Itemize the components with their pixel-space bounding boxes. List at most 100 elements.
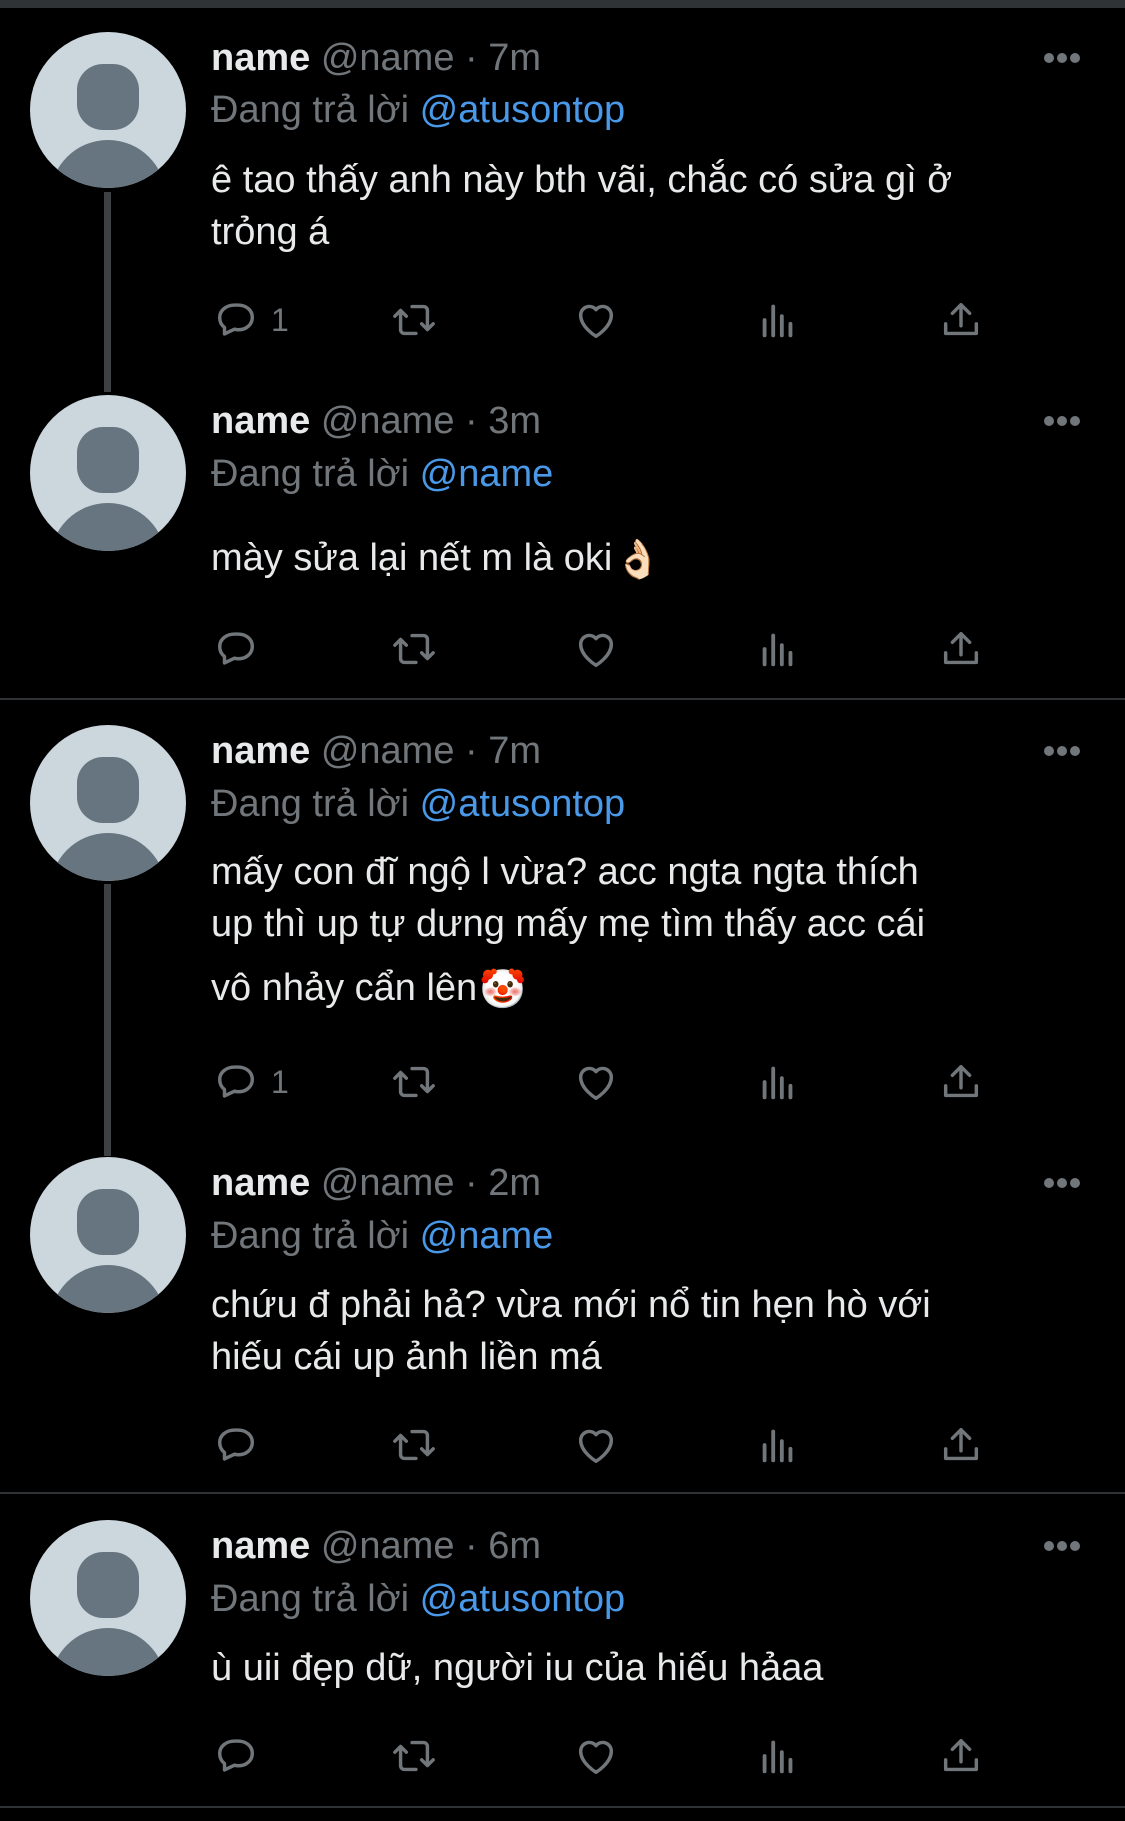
thread-line: [104, 884, 111, 1156]
author-meta: @name · 7m: [320, 37, 542, 79]
tweet-text: chứu đ phải hả? vừa mới nổ tin hẹn hò vớ…: [211, 1279, 1091, 1383]
share-button[interactable]: [938, 624, 984, 674]
reply-icon: [217, 303, 255, 336]
more-icon[interactable]: [1044, 1178, 1080, 1190]
reply-button[interactable]: [213, 624, 271, 674]
retweet-icon: [393, 1066, 435, 1098]
author-meta: @name · 2m: [320, 1162, 542, 1204]
reply-button[interactable]: 1: [213, 295, 289, 345]
action-bar: [211, 624, 1011, 674]
tweet-text: mấy con đĩ ngộ l vừa? acc ngta ngta thíc…: [211, 846, 1091, 1016]
reply-button[interactable]: [213, 1420, 271, 1470]
like-button[interactable]: [573, 1420, 619, 1470]
tweet-text-line: ê tao thấy anh này bth vãi, chắc có sửa …: [211, 159, 953, 201]
reply-count: 1: [271, 1063, 289, 1100]
views-button[interactable]: [755, 1057, 801, 1107]
views-icon: [762, 1740, 793, 1774]
views-button[interactable]: [755, 1420, 801, 1470]
like-icon: [578, 1429, 614, 1464]
like-button[interactable]: [573, 624, 619, 674]
retweet-button[interactable]: [391, 295, 437, 345]
views-icon: [762, 1429, 793, 1463]
action-bar: [211, 1420, 1011, 1470]
ok-hand-emoji: 👌🏻: [614, 538, 662, 581]
author-name[interactable]: name: [211, 1525, 310, 1567]
like-button[interactable]: [573, 1731, 619, 1781]
retweet-icon: [393, 1740, 435, 1772]
share-button[interactable]: [938, 1057, 984, 1107]
tweet-text-line: up thì up tự dưng mấy mẹ tìm thấy acc cá…: [211, 903, 926, 945]
like-button[interactable]: [573, 1057, 619, 1107]
avatar[interactable]: [30, 725, 186, 881]
action-bar: 1: [211, 1057, 1011, 1107]
reply-prefix: Đang trả lời: [211, 453, 410, 495]
retweet-icon: [393, 633, 435, 665]
avatar[interactable]: [30, 1157, 186, 1313]
share-icon: [943, 302, 979, 336]
thread-divider: [0, 698, 1125, 700]
avatar[interactable]: [30, 395, 186, 551]
more-icon[interactable]: [1044, 416, 1080, 428]
share-button[interactable]: [938, 1731, 984, 1781]
author-name[interactable]: name: [211, 730, 310, 772]
reply-button[interactable]: 1: [213, 1057, 289, 1107]
reply-handle[interactable]: @name: [420, 1215, 554, 1257]
tweet-text-line: mày sửa lại nết m là oki: [211, 537, 613, 579]
tweet-text: ù uii đẹp dữ, người iu của hiếu hảaa: [211, 1642, 1091, 1694]
action-bar: 1: [211, 295, 1011, 345]
author-meta: @name · 3m: [320, 400, 542, 442]
retweet-button[interactable]: [391, 1731, 437, 1781]
reply-handle[interactable]: @name: [420, 453, 554, 495]
reply-handle[interactable]: @atusontop: [420, 89, 626, 131]
author-name[interactable]: name: [211, 400, 310, 442]
share-icon: [943, 1064, 979, 1098]
views-button[interactable]: [755, 1731, 801, 1781]
reply-prefix: Đang trả lời: [211, 89, 410, 131]
author-name[interactable]: name: [211, 37, 310, 79]
more-icon[interactable]: [1044, 53, 1080, 65]
like-icon: [578, 304, 614, 339]
share-icon: [943, 1427, 979, 1461]
reply-icon: [217, 632, 255, 665]
reply-icon: [217, 1428, 255, 1461]
tweet-text: mày sửa lại nết m là oki👌🏻: [211, 532, 1091, 586]
reply-button[interactable]: [213, 1731, 271, 1781]
like-icon: [578, 1740, 614, 1775]
retweet-icon: [393, 304, 435, 336]
retweet-button[interactable]: [391, 624, 437, 674]
share-button[interactable]: [938, 295, 984, 345]
avatar[interactable]: [30, 1520, 186, 1676]
more-icon[interactable]: [1044, 746, 1080, 758]
retweet-button[interactable]: [391, 1420, 437, 1470]
tweet-text: ê tao thấy anh này bth vãi, chắc có sửa …: [211, 154, 1091, 258]
views-icon: [762, 1066, 793, 1100]
reply-icon: [217, 1739, 255, 1772]
retweet-button[interactable]: [391, 1057, 437, 1107]
reply-context: Đang trả lời @name: [211, 1210, 553, 1262]
share-icon: [943, 631, 979, 665]
reply-context: Đang trả lời @name: [211, 448, 553, 500]
more-icon[interactable]: [1044, 1541, 1080, 1553]
author-meta: @name · 7m: [320, 730, 542, 772]
like-button[interactable]: [573, 295, 619, 345]
tweet-text-line: trỏng á: [211, 211, 330, 253]
reply-prefix: Đang trả lời: [211, 1578, 410, 1620]
reply-handle[interactable]: @atusontop: [420, 1578, 626, 1620]
reply-context: Đang trả lời @atusontop: [211, 84, 625, 136]
action-bar: [211, 1731, 1011, 1781]
reply-handle[interactable]: @atusontop: [420, 783, 626, 825]
avatar[interactable]: [30, 32, 186, 188]
author-name[interactable]: name: [211, 1162, 310, 1204]
clown-emoji: 🤡: [479, 968, 527, 1011]
share-button[interactable]: [938, 1420, 984, 1470]
tweet-text-line: mấy con đĩ ngộ l vừa? acc ngta ngta thíc…: [211, 851, 919, 893]
like-icon: [578, 1066, 614, 1101]
reply-prefix: Đang trả lời: [211, 1215, 410, 1257]
tweet-text-line: ù uii đẹp dữ, người iu của hiếu hảaa: [211, 1647, 824, 1689]
tweet-text-line: chứu đ phải hả? vừa mới nổ tin hẹn hò vớ…: [211, 1284, 931, 1326]
views-button[interactable]: [755, 295, 801, 345]
views-button[interactable]: [755, 624, 801, 674]
reply-prefix: Đang trả lời: [211, 783, 410, 825]
retweet-icon: [393, 1429, 435, 1461]
tweet-text-line: hiếu cái up ảnh liền má: [211, 1336, 602, 1378]
